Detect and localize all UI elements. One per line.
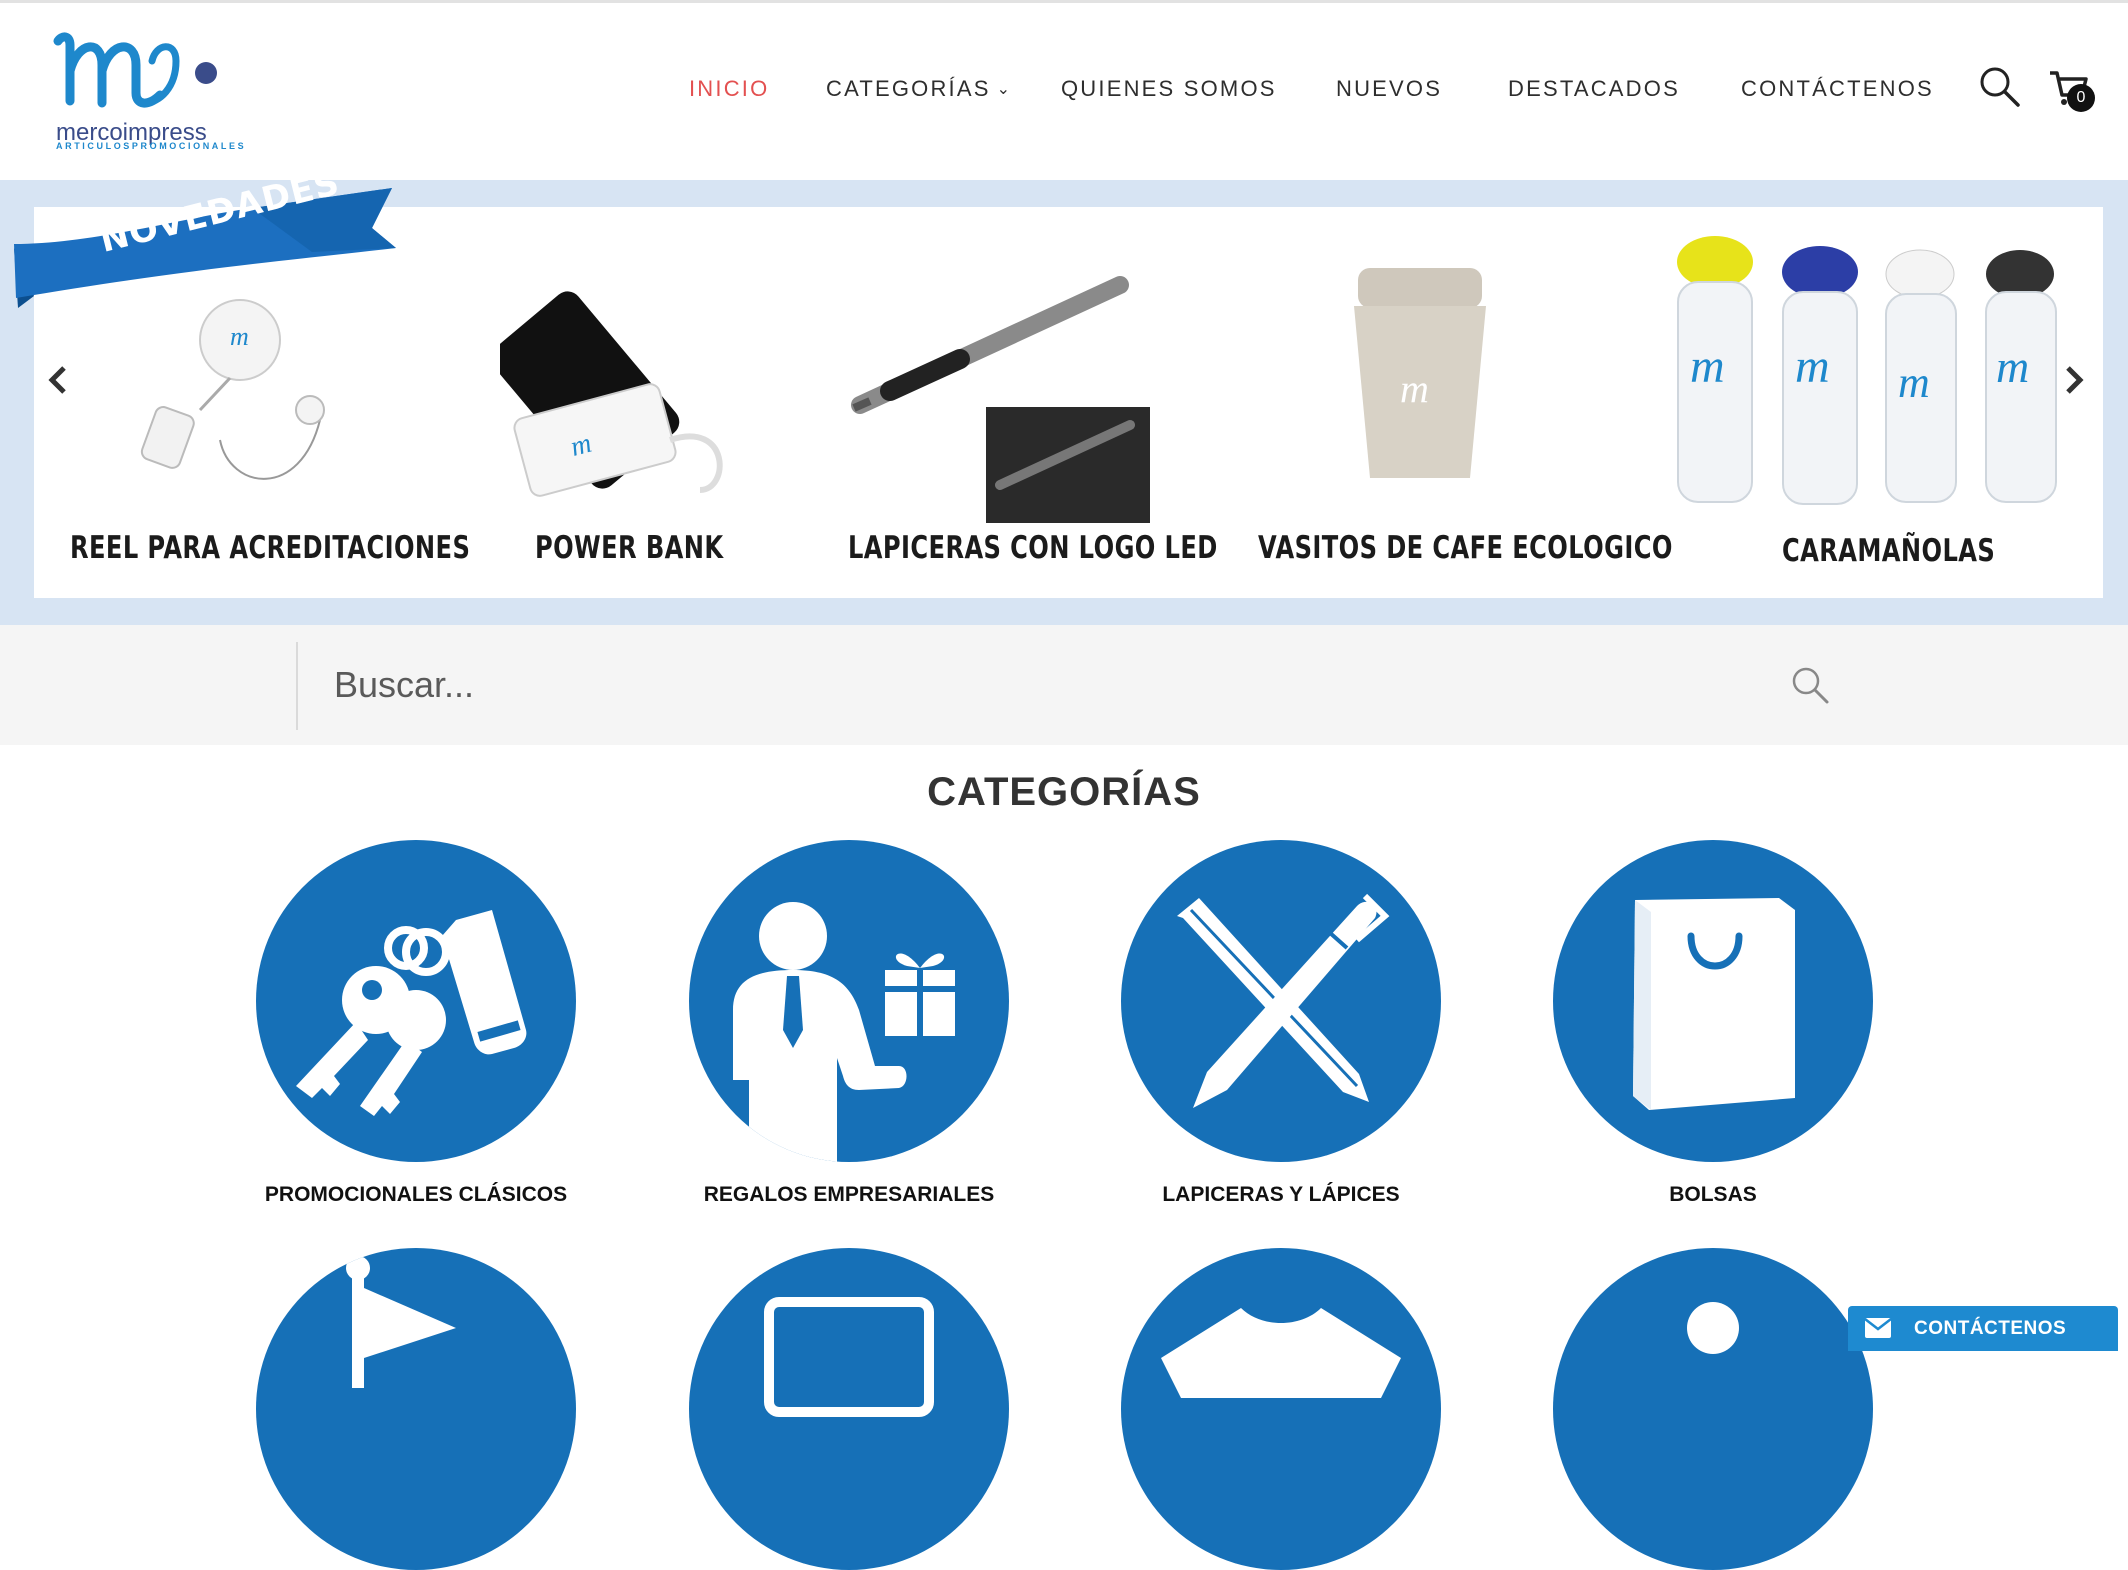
svg-text:m: m (1690, 340, 1725, 393)
flag-icon (346, 1256, 456, 1388)
nav-contactenos[interactable]: CONTÁCTENOS (1741, 76, 1934, 102)
bottles-product-image: m m m m (1677, 236, 2057, 505)
pen-pencil-icon (1177, 893, 1390, 1108)
eco-coffee-cup-product-image: m (1354, 268, 1486, 478)
search-divider (296, 642, 298, 730)
person-icon (1687, 1302, 1739, 1354)
category-label[interactable]: PROMOCIONALES CLÁSICOS (206, 1183, 626, 1207)
brand-logo[interactable]: mercoimpress ARTICULOSPROMOCIONALES (52, 31, 244, 156)
category-circle-row2-1[interactable] (256, 1248, 576, 1570)
reel-product-image: m (140, 299, 325, 480)
category-label[interactable]: LAPICERAS Y LÁPICES (1071, 1183, 1491, 1207)
floating-contact-button[interactable]: CONTÁCTENOS (1848, 1306, 2118, 1351)
slide-label-vasitos[interactable]: VASITOS DE CAFE ECOLOGICO (1258, 530, 1673, 566)
mail-icon (1864, 1318, 1892, 1338)
category-circle-row2-2[interactable] (689, 1248, 1009, 1570)
nav-categorias-label: CATEGORÍAS (826, 76, 991, 101)
svg-text:m: m (1400, 366, 1429, 411)
logo-tagline: ARTICULOSPROMOCIONALES (56, 141, 247, 151)
nav-destacados[interactable]: DESTACADOS (1508, 76, 1680, 102)
search-icon[interactable] (1978, 65, 2022, 109)
floating-contact-label: CONTÁCTENOS (1914, 1318, 2067, 1339)
logo-mark-icon (53, 32, 217, 108)
slider-prev-arrow-icon[interactable] (44, 360, 72, 400)
chevron-down-icon: ⌄ (996, 81, 1013, 98)
nav-categorias[interactable]: CATEGORÍAS ⌄ (826, 76, 1012, 102)
nav-nuevos[interactable]: NUEVOS (1336, 76, 1442, 102)
slide-label-caramanolas[interactable]: CARAMAÑOLAS (1782, 533, 1995, 569)
search-submit-icon[interactable] (1790, 665, 1830, 705)
category-circle (1121, 840, 1441, 1162)
svg-text:m: m (1795, 340, 1830, 393)
categories-title: CATEGORÍAS (927, 770, 1201, 814)
businessman-gift-icon (733, 902, 955, 1162)
power-bank-product-image: m (500, 291, 723, 497)
pen-product-image (851, 276, 1150, 523)
search-input[interactable] (310, 650, 1770, 720)
svg-text:m: m (1898, 358, 1930, 407)
tshirt-icon (1161, 1308, 1401, 1398)
nav-quienes-somos[interactable]: QUIENES SOMOS (1061, 76, 1277, 102)
cart-count-badge: 0 (2067, 84, 2095, 112)
slide-label-lapiceras[interactable]: LAPICERAS CON LOGO LED (848, 530, 1218, 566)
monitor-icon (764, 1297, 934, 1417)
nav-inicio[interactable]: INICIO (689, 76, 769, 102)
category-label[interactable]: BOLSAS (1503, 1183, 1923, 1207)
category-circle (689, 840, 1009, 1162)
keys-icon (296, 910, 527, 1116)
category-circle-row2-4[interactable] (1553, 1248, 1873, 1570)
site-header: mercoimpress ARTICULOSPROMOCIONALES INIC… (0, 3, 2128, 180)
slide-label-reel[interactable]: REEL PARA ACREDITACIONES (70, 530, 470, 566)
svg-text:m: m (230, 322, 249, 351)
category-circle-row2-3[interactable] (1121, 1248, 1441, 1570)
category-circle (256, 840, 576, 1162)
svg-text:m: m (1996, 341, 2029, 392)
category-label[interactable]: REGALOS EMPRESARIALES (639, 1183, 1059, 1207)
slide-label-power-bank[interactable]: POWER BANK (535, 530, 724, 566)
slider-next-arrow-icon[interactable] (2060, 360, 2088, 400)
category-circle (1553, 840, 1873, 1162)
bag-icon (1633, 898, 1795, 1110)
